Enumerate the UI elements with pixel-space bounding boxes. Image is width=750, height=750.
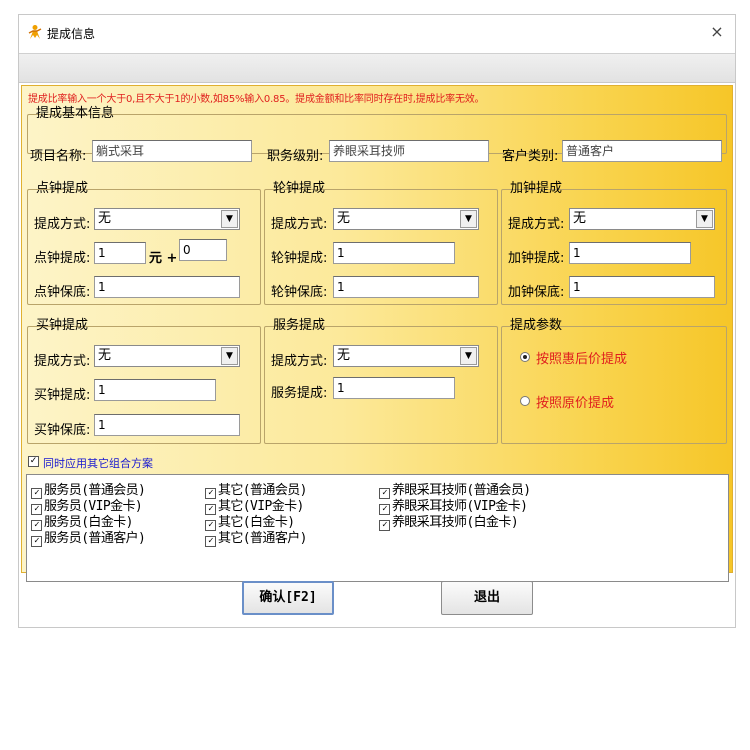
dialog-window: 提成信息 × 提成比率输入一个大于0,且不大于1的小数,如85%输入0.85。提… <box>18 14 736 628</box>
maizhong-guarantee-label: 买钟保底: <box>34 423 91 438</box>
lunzhong-method-select[interactable]: 无 ▼ <box>333 208 479 230</box>
list-item[interactable]: ✓ 其它(普通客户) <box>205 527 307 547</box>
rank-label: 职务级别: <box>267 149 324 164</box>
jiazhong-comm-label: 加钟提成: <box>508 251 565 266</box>
chevron-down-icon[interactable]: ▼ <box>460 210 477 228</box>
dianzhong-method-label: 提成方式: <box>34 217 91 232</box>
radio-original-price-label[interactable]: 按照原价提成 <box>536 392 614 411</box>
chevron-down-icon[interactable]: ▼ <box>221 210 238 228</box>
service-method-value: 无 <box>337 348 351 363</box>
jiazhong-method-value: 无 <box>573 211 587 226</box>
customer-field[interactable]: 普通客户 <box>562 140 722 162</box>
person-icon <box>28 25 42 39</box>
project-label: 项目名称: <box>30 149 87 164</box>
dianzhong-unit-label: 元 + <box>149 251 178 266</box>
maizhong-comm-field[interactable]: 1 <box>94 379 216 401</box>
maizhong-method-select[interactable]: 无 ▼ <box>94 345 240 367</box>
lunzhong-guarantee-field[interactable]: 1 <box>333 276 479 298</box>
params-group: 提成参数 <box>501 318 727 444</box>
basic-info-legend: 提成基本信息 <box>36 106 115 121</box>
lunzhong-method-label: 提成方式: <box>271 217 328 232</box>
rank-field[interactable]: 养眼采耳技师 <box>329 140 489 162</box>
exit-button[interactable]: 退出 <box>441 581 533 615</box>
jiazhong-method-label: 提成方式: <box>508 217 565 232</box>
maizhong-method-value: 无 <box>98 348 112 363</box>
notice-text: 提成比率输入一个大于0,且不大于1的小数,如85%输入0.85。提成金额和比率同… <box>28 94 485 105</box>
radio-original-price[interactable] <box>520 396 530 406</box>
combine-checkbox[interactable]: ✓ <box>28 456 39 467</box>
window-title: 提成信息 <box>47 27 96 41</box>
maizhong-method-label: 提成方式: <box>34 354 91 369</box>
toolbar-strip <box>19 53 735 83</box>
jiazhong-legend: 加钟提成 <box>510 181 563 196</box>
maizhong-comm-label: 买钟提成: <box>34 388 91 403</box>
form-panel: 提成比率输入一个大于0,且不大于1的小数,如85%输入0.85。提成金额和比率同… <box>21 85 733 582</box>
item-checkbox[interactable]: ✓ <box>205 536 216 547</box>
dianzhong-method-select[interactable]: 无 ▼ <box>94 208 240 230</box>
list-item[interactable]: ✓ 服务员(普通客户) <box>31 527 146 547</box>
lunzhong-method-value: 无 <box>337 211 351 226</box>
item-checkbox[interactable]: ✓ <box>379 520 390 531</box>
close-button[interactable]: × <box>705 21 729 43</box>
customer-label: 客户类别: <box>502 149 559 164</box>
service-comm-field[interactable]: 1 <box>333 377 455 399</box>
maizhong-legend: 买钟提成 <box>36 318 89 333</box>
chevron-down-icon[interactable]: ▼ <box>460 347 477 365</box>
lunzhong-legend: 轮钟提成 <box>273 181 326 196</box>
lunzhong-comm-label: 轮钟提成: <box>271 251 328 266</box>
dianzhong-comm-label: 点钟提成: <box>34 251 91 266</box>
maizhong-guarantee-field[interactable]: 1 <box>94 414 240 436</box>
dianzhong-comm-field[interactable]: 1 <box>94 242 146 264</box>
dianzhong-guarantee-label: 点钟保底: <box>34 285 91 300</box>
jiazhong-guarantee-label: 加钟保底: <box>508 285 565 300</box>
lunzhong-guarantee-label: 轮钟保底: <box>271 285 328 300</box>
radio-discount-price-label[interactable]: 按照惠后价提成 <box>536 348 627 367</box>
item-checkbox[interactable]: ✓ <box>31 536 42 547</box>
params-legend: 提成参数 <box>510 318 563 333</box>
chevron-down-icon[interactable]: ▼ <box>221 347 238 365</box>
dianzhong-legend: 点钟提成 <box>36 181 89 196</box>
jiazhong-method-select[interactable]: 无 ▼ <box>569 208 715 230</box>
list-item[interactable]: ✓ 养眼采耳技师(白金卡) <box>379 511 519 531</box>
dianzhong-extra-field[interactable]: 0 <box>179 239 227 261</box>
chevron-down-icon[interactable]: ▼ <box>696 210 713 228</box>
service-method-select[interactable]: 无 ▼ <box>333 345 479 367</box>
project-name-field[interactable]: 躺式采耳 <box>92 140 252 162</box>
service-method-label: 提成方式: <box>271 354 328 369</box>
dianzhong-guarantee-field[interactable]: 1 <box>94 276 240 298</box>
service-comm-label: 服务提成: <box>271 386 328 401</box>
service-legend: 服务提成 <box>273 318 326 333</box>
jiazhong-comm-field[interactable]: 1 <box>569 242 691 264</box>
jiazhong-guarantee-field[interactable]: 1 <box>569 276 715 298</box>
radio-discount-price[interactable] <box>520 352 530 362</box>
title-bar: 提成信息 × <box>19 15 735 51</box>
combine-scheme-list[interactable]: ✓ 服务员(普通会员) ✓ 服务员(VIP金卡) ✓ 服务员(白金卡) ✓ 服务员(普通… <box>26 474 729 582</box>
confirm-button[interactable]: 确认[F2] <box>242 581 334 615</box>
dianzhong-method-value: 无 <box>98 211 112 226</box>
combine-label[interactable]: 同时应用其它组合方案 <box>43 455 153 471</box>
lunzhong-comm-field[interactable]: 1 <box>333 242 455 264</box>
